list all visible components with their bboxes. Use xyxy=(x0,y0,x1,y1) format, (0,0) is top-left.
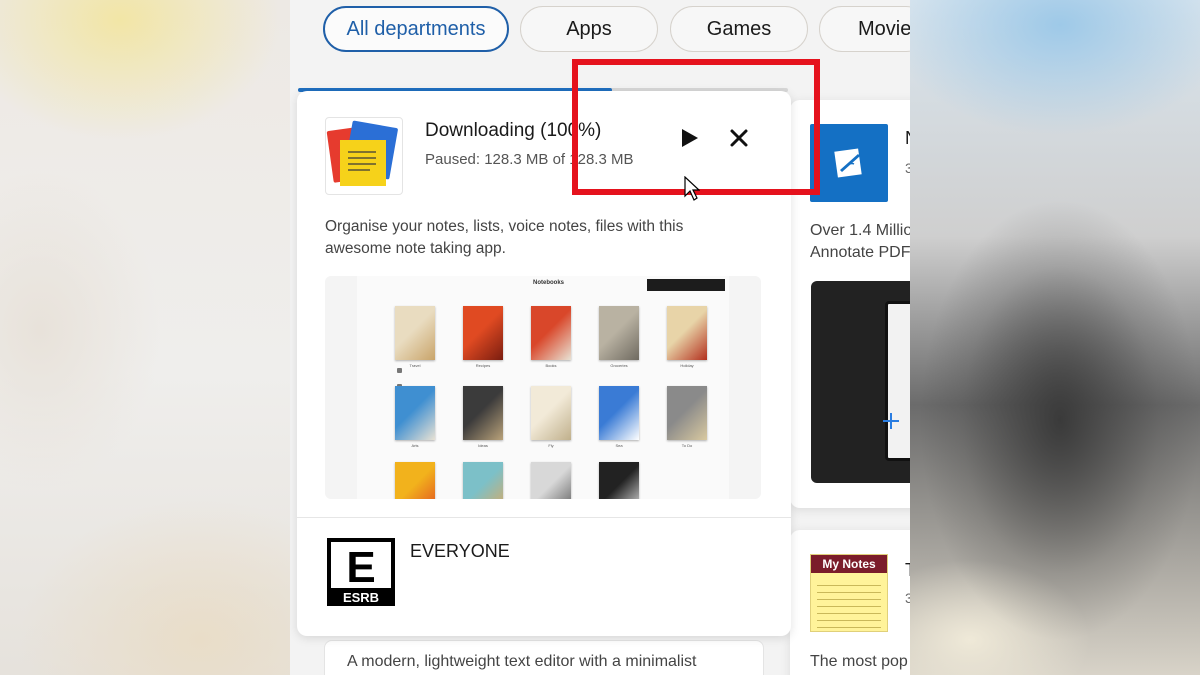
screenshot-canvas: Notebooks Travel Recipes Books Groceries Hol… xyxy=(357,276,729,499)
notebook-label: Ideas xyxy=(478,443,488,448)
app-title-fragment: N xyxy=(905,128,910,149)
notebook-cover xyxy=(599,462,639,499)
notebook-cover xyxy=(395,306,435,360)
app2-title-fragment: T xyxy=(905,560,910,581)
app-desc-line2: Annotate PDF xyxy=(810,244,910,261)
notebook-cover xyxy=(599,386,639,440)
notebook-label: Groceries xyxy=(610,363,628,368)
my-notes-app-icon: My Notes xyxy=(810,554,888,632)
notebook-cover xyxy=(531,306,571,360)
app2-desc: The most pop xyxy=(810,653,908,670)
app2-sub-fragment: 3 xyxy=(905,590,910,606)
notebook-cover xyxy=(395,462,435,499)
bottom-app-desc: A modern, lightweight text editor with a… xyxy=(347,653,697,670)
notebook-cover xyxy=(463,306,503,360)
app-desc-line1: Over 1.4 Millio xyxy=(810,222,910,239)
notebook-label: Fly xyxy=(548,443,554,448)
esrb-rating-icon: E ESRB xyxy=(327,538,395,606)
notebook-label: Books xyxy=(545,363,557,368)
rating-label: EVERYONE xyxy=(410,541,510,561)
notebook-label: Sea xyxy=(615,443,623,448)
my-notes-icon-label: My Notes xyxy=(811,555,887,573)
svg-text:ESRB: ESRB xyxy=(343,590,379,605)
mouse-cursor-icon xyxy=(684,176,700,201)
notebook-label: Arts xyxy=(411,443,419,448)
screenshot-side-icon xyxy=(397,368,402,373)
notes-stack-icon xyxy=(326,120,398,186)
app-sub-fragment: 3 xyxy=(905,160,910,176)
pdf-annotate-app-icon xyxy=(810,124,888,202)
move-icon xyxy=(883,413,899,429)
notebook-cover xyxy=(599,306,639,360)
notebook-cover xyxy=(463,386,503,440)
filter-movies[interactable]: Movie xyxy=(819,6,910,52)
screenshot-title: Notebooks xyxy=(533,280,565,286)
notebook-cover xyxy=(395,386,435,440)
notebook-cover xyxy=(667,386,707,440)
notebook-cover xyxy=(667,306,707,360)
app-screenshot[interactable]: Notebooks Travel Recipes Books Groceries Hol… xyxy=(325,276,761,499)
app-description: Organise your notes, lists, voice notes,… xyxy=(325,218,684,257)
notes-app-icon xyxy=(325,117,403,195)
filter-games[interactable]: Games xyxy=(670,6,808,52)
notebook-label: Travel xyxy=(409,363,421,368)
notebook-cover xyxy=(531,386,571,440)
blurred-backdrop-left xyxy=(0,0,290,675)
pen-paper-icon xyxy=(834,148,862,178)
screenshot-toolbar xyxy=(647,279,725,291)
filter-all-departments[interactable]: All departments xyxy=(323,6,509,52)
notebook-cover xyxy=(531,462,571,499)
filter-apps[interactable]: Apps xyxy=(520,6,658,52)
notebook-label: Recipes xyxy=(475,363,491,368)
blurred-backdrop-right xyxy=(910,0,1200,675)
highlight-box xyxy=(572,59,820,195)
card-divider xyxy=(297,517,791,518)
app-screenshot-tablet xyxy=(811,281,910,483)
notebook-cover xyxy=(463,462,503,499)
notebook-label: To Do xyxy=(681,443,693,448)
svg-text:E: E xyxy=(346,543,375,592)
notebook-label: Holiday xyxy=(680,363,694,368)
